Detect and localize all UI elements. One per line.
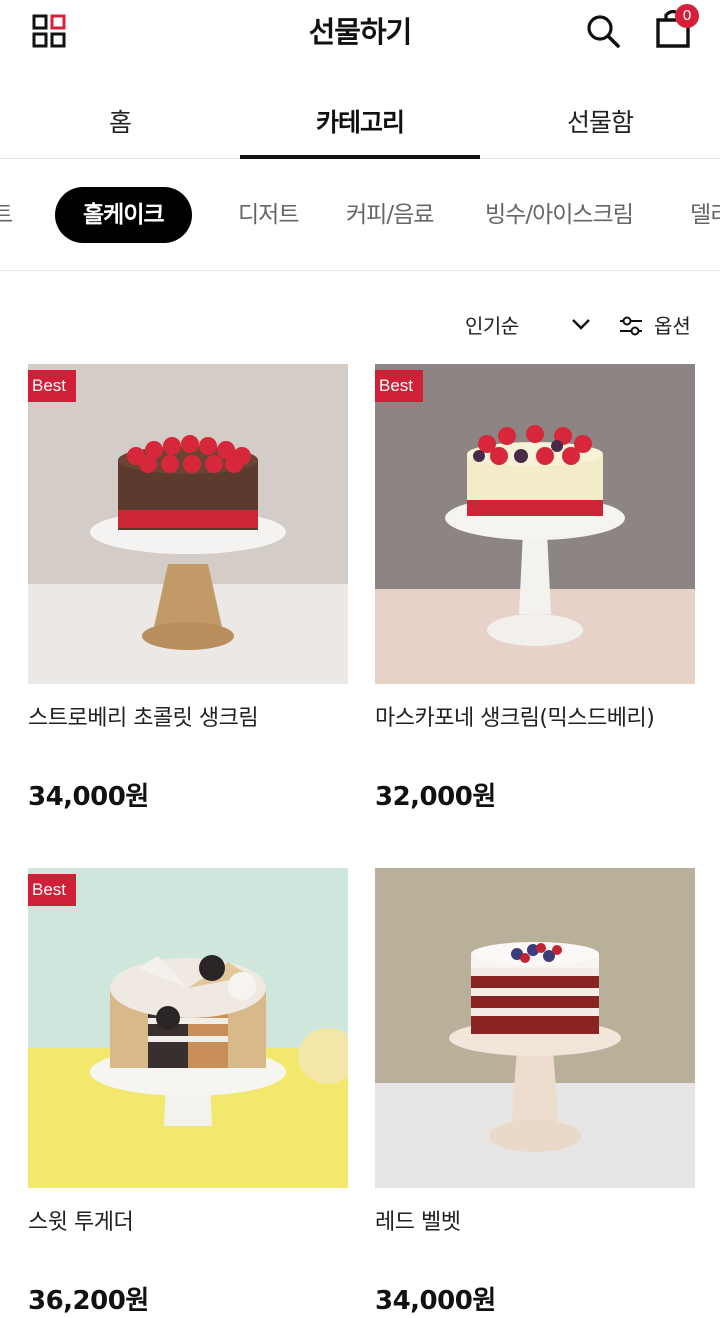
chip-dessert[interactable]: 디저트 [238,187,299,243]
chevron-down-icon[interactable] [570,314,592,334]
product-name[interactable]: 스윗 투게더 [28,1204,368,1236]
cart-count-badge: 0 [675,4,699,28]
product-image[interactable]: Best [28,364,348,684]
main-tabs: 홈 카테고리 선물함 [0,84,720,159]
chip-deli[interactable]: 델리 [690,187,720,243]
product-image[interactable]: Best [375,364,695,684]
tab-home[interactable]: 홈 [0,84,240,158]
chip-whole-cake[interactable]: 홀케이크 [55,187,192,243]
product-card[interactable]: Best 마스카포네 생크림(믹스드베리) 32,000원 [375,364,695,824]
product-card[interactable]: Best 스윗 투게더 36,200원 [28,868,348,1318]
tab-category[interactable]: 카테고리 [240,84,480,159]
option-button[interactable]: 옵션 [654,310,691,339]
chip-coffee-drink[interactable]: 커피/음료 [346,187,434,243]
chip-bingsu-icecream[interactable]: 빙수/아이스크림 [485,187,634,243]
product-price: 34,000원 [375,1286,496,1316]
cart-button[interactable]: 0 [654,4,704,50]
tab-gift-box[interactable]: 선물함 [480,84,720,158]
best-badge: Best [28,370,77,402]
product-price: 34,000원 [28,782,149,812]
product-name[interactable]: 스트로베리 초콜릿 생크림 [28,700,368,732]
product-name[interactable]: 레드 벨벳 [375,1204,715,1236]
category-chips: 트 홀케이크 디저트 커피/음료 빙수/아이스크림 델리 [0,160,720,271]
sort-select[interactable]: 인기순 [465,310,519,339]
product-image[interactable] [375,868,695,1188]
search-icon [587,15,620,48]
sort-bar: 인기순 옵션 [0,300,720,350]
product-card[interactable]: 레드 벨벳 34,000원 [375,868,695,1318]
search-button[interactable] [584,12,622,50]
chip-previous[interactable]: 트 [0,187,13,243]
product-card[interactable]: Best 스트로베리 초콜릿 생크림 34,000원 [28,364,348,824]
product-image[interactable]: Best [28,868,348,1188]
best-badge: Best [375,370,424,402]
product-price: 32,000원 [375,782,496,812]
filter-icon[interactable] [618,314,644,338]
top-bar: 선물하기 0 [0,0,720,66]
product-price: 36,200원 [28,1286,149,1316]
product-name[interactable]: 마스카포네 생크림(믹스드베리) [375,700,715,732]
best-badge: Best [28,874,77,906]
